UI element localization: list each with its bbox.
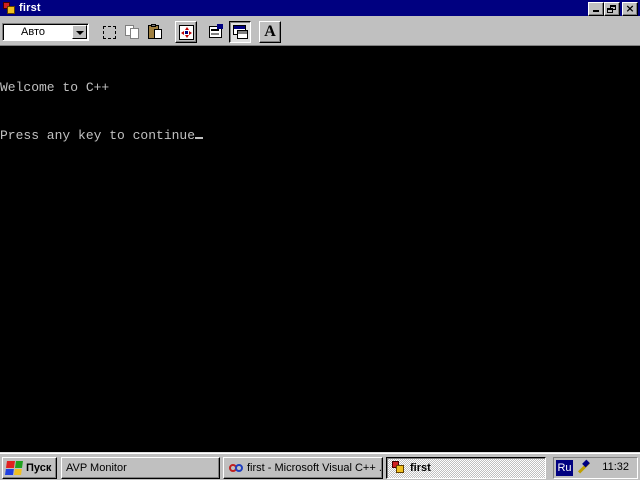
restore-button[interactable]: [604, 2, 620, 16]
text-cursor: [195, 137, 204, 139]
language-indicator[interactable]: Ru: [556, 460, 573, 476]
window-titlebar[interactable]: first ×: [0, 0, 640, 16]
console-toolbar: Авто A: [0, 16, 640, 46]
taskbar-item-visual-cpp[interactable]: first - Microsoft Visual C++ ...: [223, 457, 383, 479]
chevron-down-icon[interactable]: [72, 25, 87, 39]
font-size-select-value: Авто: [21, 26, 45, 38]
console-output[interactable]: Welcome to C++ Press any key to continue: [0, 47, 640, 452]
taskbar-item-label: first - Microsoft Visual C++ ...: [247, 462, 383, 474]
clock[interactable]: 11:32: [602, 461, 629, 473]
minimize-icon: [593, 10, 599, 12]
fullscreen-icon: [179, 25, 194, 40]
font-size-select[interactable]: Авто: [2, 23, 89, 41]
windows-logo-icon: [5, 461, 23, 475]
font-icon: A: [264, 23, 276, 40]
background-button[interactable]: [229, 21, 251, 43]
console-line-text: Press any key to continue: [0, 128, 196, 143]
console-app-icon[interactable]: [2, 1, 16, 15]
tools-tray-icon[interactable]: [574, 459, 592, 476]
taskbar-item-avp-monitor[interactable]: AVP Monitor: [61, 457, 220, 479]
mark-icon: [103, 26, 116, 39]
paste-button[interactable]: [144, 21, 166, 43]
mark-button[interactable]: [98, 21, 120, 43]
copy-button[interactable]: [121, 21, 143, 43]
start-label: Пуск: [26, 462, 52, 474]
close-icon: ×: [625, 2, 635, 15]
console-line: Welcome to C++: [0, 80, 110, 95]
visual-cpp-icon: [228, 460, 244, 476]
taskbar-item-first[interactable]: first: [386, 457, 546, 479]
console-app-icon: [391, 460, 407, 476]
start-button[interactable]: Пуск: [2, 457, 57, 479]
console-line: Press any key to continue: [0, 128, 640, 144]
close-button[interactable]: ×: [622, 2, 638, 16]
font-button[interactable]: A: [259, 21, 281, 43]
system-tray: Ru 11:32: [553, 457, 638, 479]
fullscreen-button[interactable]: [175, 21, 197, 43]
taskbar: Пуск AVP Monitor first - Microsoft Visua…: [0, 452, 640, 480]
minimize-button[interactable]: [588, 2, 604, 16]
taskbar-item-label: AVP Monitor: [66, 462, 127, 474]
window-title: first: [19, 2, 41, 14]
taskbar-item-label: first: [410, 462, 431, 474]
properties-button[interactable]: [205, 21, 227, 43]
